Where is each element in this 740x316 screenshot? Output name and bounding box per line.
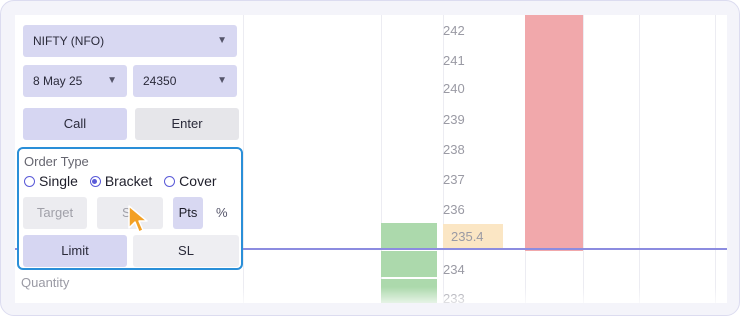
instrument-select[interactable]: NIFTY (NFO) ▼ — [23, 25, 237, 57]
target-field[interactable]: Target — [23, 197, 87, 229]
chevron-down-icon: ▼ — [107, 75, 117, 86]
radio-icon — [164, 176, 176, 187]
current-price-level[interactable]: 235.4 — [443, 224, 503, 250]
buy-depth-bar — [381, 223, 437, 249]
grid-line — [243, 15, 244, 303]
price-level[interactable]: 239 — [443, 107, 503, 133]
bottom-fade — [15, 287, 727, 303]
chevron-down-icon: ▼ — [217, 35, 227, 46]
price-level[interactable]: 241 — [443, 48, 503, 74]
radio-bracket[interactable]: Bracket — [89, 173, 153, 189]
price-level[interactable]: 234 — [443, 257, 503, 283]
radio-cover[interactable]: Cover — [164, 173, 217, 189]
price-level[interactable]: 238 — [443, 137, 503, 163]
expiry-select[interactable]: 8 May 25 ▼ — [23, 65, 127, 97]
expiry-select-value: 8 May 25 — [33, 74, 83, 88]
strike-select[interactable]: 24350 ▼ — [133, 65, 237, 97]
chevron-down-icon: ▼ — [217, 75, 227, 86]
cursor-icon — [128, 205, 148, 233]
order-type-title: Order Type — [24, 154, 89, 169]
order-type-radio-group: Single Bracket Cover — [24, 173, 225, 189]
price-level[interactable]: 240 — [443, 76, 503, 102]
price-level[interactable]: 242 — [443, 18, 503, 44]
strike-select-value: 24350 — [143, 74, 177, 88]
grid-line — [715, 15, 716, 303]
radio-selected-icon — [89, 176, 101, 187]
enter-button[interactable]: Enter — [135, 108, 239, 140]
call-button[interactable]: Call — [23, 108, 127, 140]
grid-line — [639, 15, 640, 303]
instrument-select-value: NIFTY (NFO) — [33, 34, 105, 48]
sl-order-button[interactable]: SL — [133, 235, 239, 267]
radio-single[interactable]: Single — [24, 173, 78, 189]
app-frame: 242 241 240 239 238 237 236 235.4 234 23… — [0, 0, 740, 316]
percent-toggle[interactable]: % — [216, 197, 228, 229]
radio-single-label: Single — [39, 173, 78, 189]
trading-panel: 242 241 240 239 238 237 236 235.4 234 23… — [15, 15, 727, 303]
limit-order-button[interactable]: Limit — [23, 235, 127, 267]
radio-bracket-label: Bracket — [104, 173, 153, 189]
price-level[interactable]: 236 — [443, 197, 503, 223]
radio-icon — [24, 176, 35, 187]
points-toggle[interactable]: Pts — [173, 197, 203, 229]
radio-cover-label: Cover — [179, 173, 217, 189]
grid-line — [583, 15, 584, 303]
price-level[interactable]: 237 — [443, 167, 503, 193]
sell-depth-bar — [525, 15, 583, 251]
buy-depth-bar — [381, 251, 437, 277]
